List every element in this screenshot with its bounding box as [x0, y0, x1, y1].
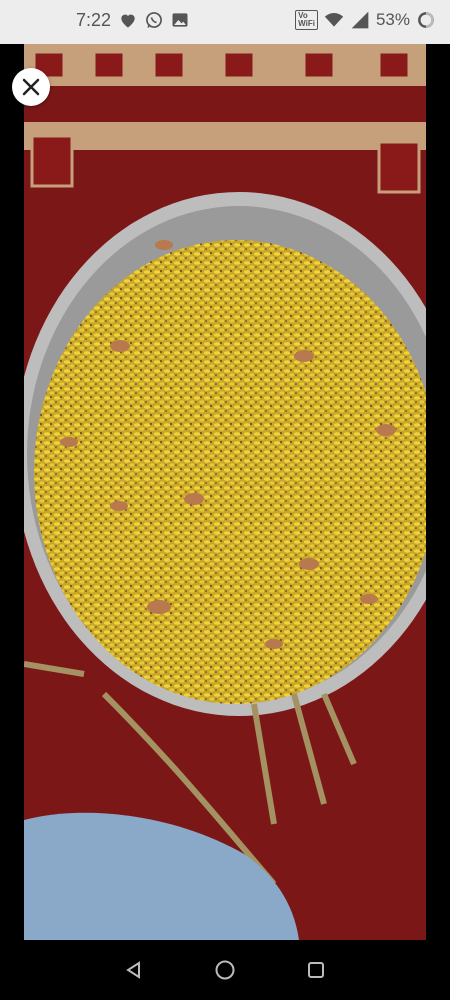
- close-button[interactable]: [12, 68, 50, 106]
- volte-wifi-icon: Vo WiFi: [295, 10, 318, 30]
- navigation-bar: [0, 940, 450, 1000]
- back-button[interactable]: [122, 958, 146, 982]
- image-viewer[interactable]: [0, 44, 450, 940]
- status-bar: 7:22 Vo WiFi 53%: [0, 0, 450, 44]
- home-icon: [215, 960, 235, 980]
- battery-percentage: 53%: [375, 10, 410, 29]
- recents-button[interactable]: [304, 958, 328, 982]
- status-time: 7:22: [76, 10, 112, 30]
- back-icon: [126, 961, 140, 979]
- notification-icons: [118, 10, 190, 30]
- close-icon: [22, 78, 40, 96]
- seeds-mix: [34, 240, 426, 704]
- battery-icon: [418, 12, 434, 28]
- system-icons: Vo WiFi 53%: [295, 10, 436, 30]
- whatsapp-icon: [146, 12, 162, 28]
- recents-icon: [308, 962, 324, 978]
- wifi-icon: [324, 13, 344, 27]
- heart-icon: [121, 14, 135, 28]
- signal-icon: [351, 11, 369, 29]
- photo-content: [24, 44, 426, 940]
- photo[interactable]: [24, 44, 426, 940]
- gallery-icon: [172, 13, 188, 27]
- home-button[interactable]: [213, 958, 237, 982]
